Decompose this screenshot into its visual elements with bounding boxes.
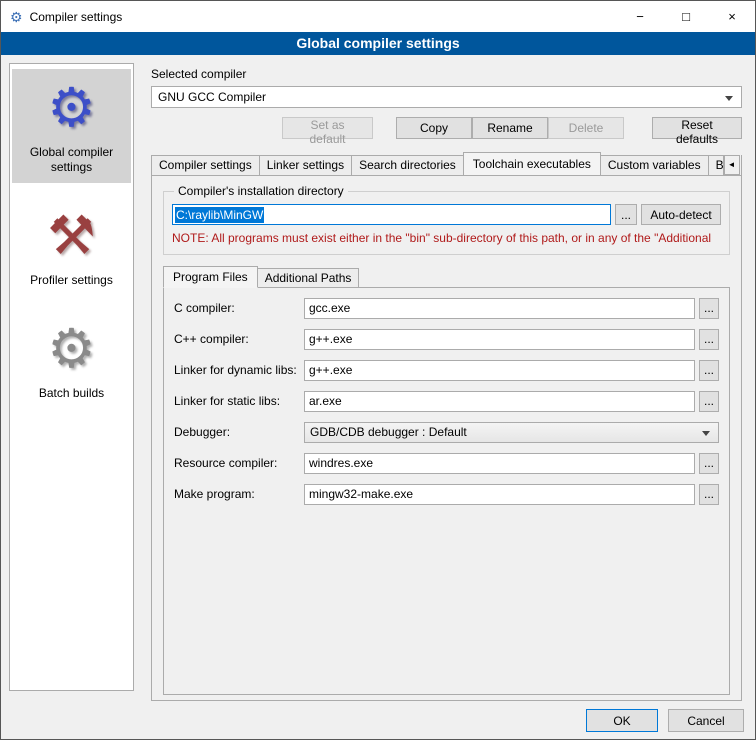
- installation-directory-groupbox: Compiler's installation directory C:\ray…: [163, 184, 730, 255]
- sidebar-item-label: Global compiler settings: [14, 145, 129, 175]
- maximize-button[interactable]: □: [663, 1, 709, 32]
- dynamic-linker-label: Linker for dynamic libs:: [174, 363, 304, 377]
- sidebar-item-profiler-settings[interactable]: ⚒ Profiler settings: [12, 197, 131, 296]
- caption-buttons: − □ ×: [617, 1, 755, 32]
- make-program-browse-button[interactable]: ...: [699, 484, 719, 505]
- installation-directory-label: Compiler's installation directory: [174, 184, 348, 198]
- resource-compiler-label: Resource compiler:: [174, 456, 304, 470]
- dynamic-linker-row: Linker for dynamic libs: ...: [174, 359, 719, 381]
- static-linker-browse-button[interactable]: ...: [699, 391, 719, 412]
- debugger-label: Debugger:: [174, 425, 304, 439]
- make-program-row: Make program: ...: [174, 483, 719, 505]
- browse-directory-button[interactable]: ...: [615, 204, 637, 225]
- toolchain-executables-panel: Compiler's installation directory C:\ray…: [151, 175, 742, 701]
- tab-linker-settings[interactable]: Linker settings: [259, 155, 352, 175]
- chevron-down-icon: [725, 96, 733, 101]
- reset-defaults-button[interactable]: Reset defaults: [652, 117, 742, 139]
- cpp-compiler-row: C++ compiler: ...: [174, 328, 719, 350]
- set-as-default-button[interactable]: Set as default: [282, 117, 373, 139]
- tab-scroll-left-icon[interactable]: ◄: [724, 155, 740, 175]
- tab-search-directories[interactable]: Search directories: [351, 155, 464, 175]
- settings-category-list: ⚙ Global compiler settings ⚒ Profiler se…: [9, 63, 134, 691]
- cpp-compiler-input[interactable]: [304, 329, 695, 350]
- gear-icon: ⚙: [14, 76, 129, 140]
- installation-note: NOTE: All programs must exist either in …: [172, 231, 721, 245]
- settings-tabstrip: Compiler settings Linker settings Search…: [151, 151, 742, 175]
- selected-path-text: C:\raylib\MinGW: [175, 207, 264, 223]
- c-compiler-browse-button[interactable]: ...: [699, 298, 719, 319]
- program-files-panel: C compiler: ... C++ compiler: ... Linker…: [163, 287, 730, 695]
- copy-button[interactable]: Copy: [396, 117, 472, 139]
- dynamic-linker-input[interactable]: [304, 360, 695, 381]
- tab-build-options[interactable]: Buil: [708, 155, 724, 175]
- c-compiler-row: C compiler: ...: [174, 297, 719, 319]
- cpp-compiler-label: C++ compiler:: [174, 332, 304, 346]
- tab-custom-variables[interactable]: Custom variables: [600, 155, 709, 175]
- static-linker-input[interactable]: [304, 391, 695, 412]
- page-title: Global compiler settings: [1, 32, 755, 55]
- programs-subtabstrip: Program Files Additional Paths: [163, 265, 730, 287]
- cancel-button[interactable]: Cancel: [668, 709, 744, 732]
- installation-directory-input[interactable]: C:\raylib\MinGW: [172, 204, 611, 225]
- c-compiler-label: C compiler:: [174, 301, 304, 315]
- auto-detect-button[interactable]: Auto-detect: [641, 204, 721, 225]
- debugger-value: GDB/CDB debugger : Default: [310, 425, 467, 439]
- tab-toolchain-executables[interactable]: Toolchain executables: [463, 152, 601, 175]
- sidebar-item-label: Batch builds: [14, 386, 129, 401]
- rename-button[interactable]: Rename: [472, 117, 548, 139]
- sidebar-item-label: Profiler settings: [14, 273, 129, 288]
- tab-scroll-right-icon[interactable]: ►: [741, 155, 742, 175]
- sidebar-item-batch-builds[interactable]: ⚙ Batch builds: [12, 310, 131, 409]
- minimize-button[interactable]: −: [617, 1, 663, 32]
- close-button[interactable]: ×: [709, 1, 755, 32]
- subtab-additional-paths[interactable]: Additional Paths: [257, 268, 360, 287]
- static-linker-row: Linker for static libs: ...: [174, 390, 719, 412]
- selected-compiler-dropdown[interactable]: GNU GCC Compiler: [151, 86, 742, 108]
- subtab-program-files[interactable]: Program Files: [163, 266, 258, 288]
- tab-scrollers: ◄ ►: [724, 155, 742, 175]
- debugger-dropdown[interactable]: GDB/CDB debugger : Default: [304, 422, 719, 443]
- resource-compiler-row: Resource compiler: ...: [174, 452, 719, 474]
- compiler-settings-window: ⚙ Compiler settings − □ × Global compile…: [0, 0, 756, 740]
- make-program-label: Make program:: [174, 487, 304, 501]
- main-panel: Selected compiler GNU GCC Compiler Set a…: [151, 55, 742, 701]
- chevron-down-icon: [702, 431, 710, 436]
- ok-button[interactable]: OK: [586, 709, 658, 732]
- sidebar-item-global-compiler-settings[interactable]: ⚙ Global compiler settings: [12, 69, 131, 183]
- static-linker-label: Linker for static libs:: [174, 394, 304, 408]
- gears-icon: ⚙: [14, 317, 129, 381]
- cpp-compiler-browse-button[interactable]: ...: [699, 329, 719, 350]
- profiler-tool-icon: ⚒: [14, 204, 129, 268]
- tab-compiler-settings[interactable]: Compiler settings: [151, 155, 260, 175]
- debugger-row: Debugger: GDB/CDB debugger : Default: [174, 421, 719, 443]
- selected-compiler-value: GNU GCC Compiler: [158, 90, 266, 104]
- window-title: Compiler settings: [30, 10, 123, 24]
- dynamic-linker-browse-button[interactable]: ...: [699, 360, 719, 381]
- resource-compiler-input[interactable]: [304, 453, 695, 474]
- delete-button[interactable]: Delete: [548, 117, 624, 139]
- titlebar[interactable]: ⚙ Compiler settings − □ ×: [1, 1, 755, 32]
- c-compiler-input[interactable]: [304, 298, 695, 319]
- app-icon: ⚙: [10, 9, 23, 25]
- compiler-actions: Set as default Copy Rename Delete Reset …: [151, 117, 742, 139]
- installation-directory-row: C:\raylib\MinGW ... Auto-detect: [172, 204, 721, 225]
- make-program-input[interactable]: [304, 484, 695, 505]
- selected-compiler-label: Selected compiler: [151, 67, 742, 81]
- resource-compiler-browse-button[interactable]: ...: [699, 453, 719, 474]
